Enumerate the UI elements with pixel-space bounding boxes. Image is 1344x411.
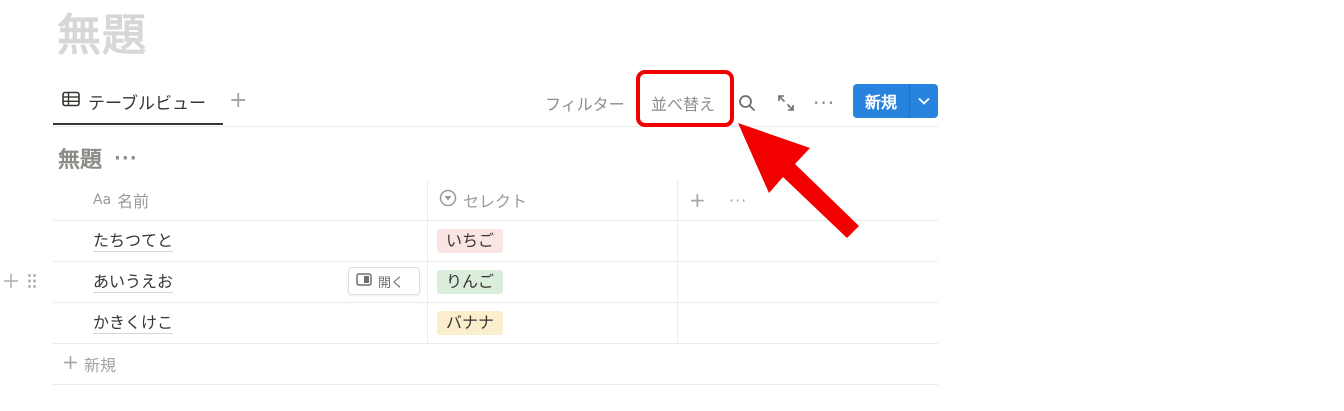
plus-icon xyxy=(63,355,78,374)
table-header: Aa 名前 セレクト + ··· xyxy=(53,180,938,221)
database-table: Aa 名前 セレクト + ··· たちつてと いちご あいうえお 開く りんご … xyxy=(4,180,938,385)
row-name: たちつてと xyxy=(93,230,174,252)
select-tag[interactable]: いちご xyxy=(437,229,504,253)
name-cell[interactable]: たちつてと xyxy=(93,221,174,261)
table-row[interactable]: かきくけこ バナナ xyxy=(53,303,938,344)
sort-button[interactable]: 並べ替え xyxy=(651,80,715,125)
name-cell[interactable]: あいうえお xyxy=(93,262,174,302)
select-tag[interactable]: バナナ xyxy=(437,311,504,335)
view-toolbar: テーブルビュー + フィルター 並べ替え ··· 新規 xyxy=(53,80,938,127)
column-divider xyxy=(427,221,428,261)
more-options-icon[interactable]: ··· xyxy=(813,80,835,125)
column-header-select[interactable]: セレクト xyxy=(439,180,527,220)
column-divider xyxy=(677,221,678,261)
new-row-label: 新規 xyxy=(84,356,117,375)
open-page-button[interactable]: 開く xyxy=(348,267,420,295)
table-icon xyxy=(62,91,80,112)
text-type-icon: Aa xyxy=(93,192,112,208)
database-title-text[interactable]: 無題 xyxy=(58,142,102,174)
new-button[interactable]: 新規 xyxy=(853,84,938,118)
new-button-label: 新規 xyxy=(864,93,897,112)
select-tag[interactable]: りんご xyxy=(437,270,504,294)
table-row[interactable]: たちつてと いちご xyxy=(53,221,938,262)
tab-table-view[interactable]: テーブルビュー xyxy=(53,80,223,125)
column-label: 名前 xyxy=(117,192,150,211)
column-divider xyxy=(677,262,678,302)
page-title[interactable]: 無題 xyxy=(57,6,147,66)
side-peek-icon xyxy=(356,272,372,290)
database-more-icon[interactable]: ··· xyxy=(114,148,138,169)
database-title: 無題 ··· xyxy=(58,142,138,174)
filter-button[interactable]: フィルター xyxy=(545,80,625,125)
column-header-name[interactable]: Aa 名前 xyxy=(93,180,149,220)
add-row-button[interactable]: 新規 xyxy=(53,344,938,385)
column-divider xyxy=(427,180,428,220)
row-name: あいうえお xyxy=(93,271,174,293)
add-view-button[interactable]: + xyxy=(229,88,247,113)
column-divider xyxy=(677,303,678,343)
column-divider xyxy=(427,262,428,302)
name-cell[interactable]: かきくけこ xyxy=(93,303,174,343)
expand-icon[interactable] xyxy=(777,80,795,125)
open-label: 開く xyxy=(378,275,405,291)
column-divider xyxy=(677,180,678,220)
column-more-icon[interactable]: ··· xyxy=(729,180,747,220)
add-column-button[interactable]: + xyxy=(689,180,706,220)
select-icon xyxy=(439,189,457,211)
tab-label: テーブルビュー xyxy=(88,94,206,114)
column-label: セレクト xyxy=(463,192,528,211)
row-handles xyxy=(3,262,37,302)
table-row[interactable]: あいうえお 開く りんご xyxy=(4,262,938,303)
column-divider xyxy=(427,303,428,343)
drag-handle-icon[interactable] xyxy=(27,270,37,294)
search-icon[interactable] xyxy=(738,80,756,125)
chevron-down-icon[interactable] xyxy=(910,97,938,105)
add-row-icon[interactable] xyxy=(3,270,19,294)
row-name: かきくけこ xyxy=(93,312,174,334)
